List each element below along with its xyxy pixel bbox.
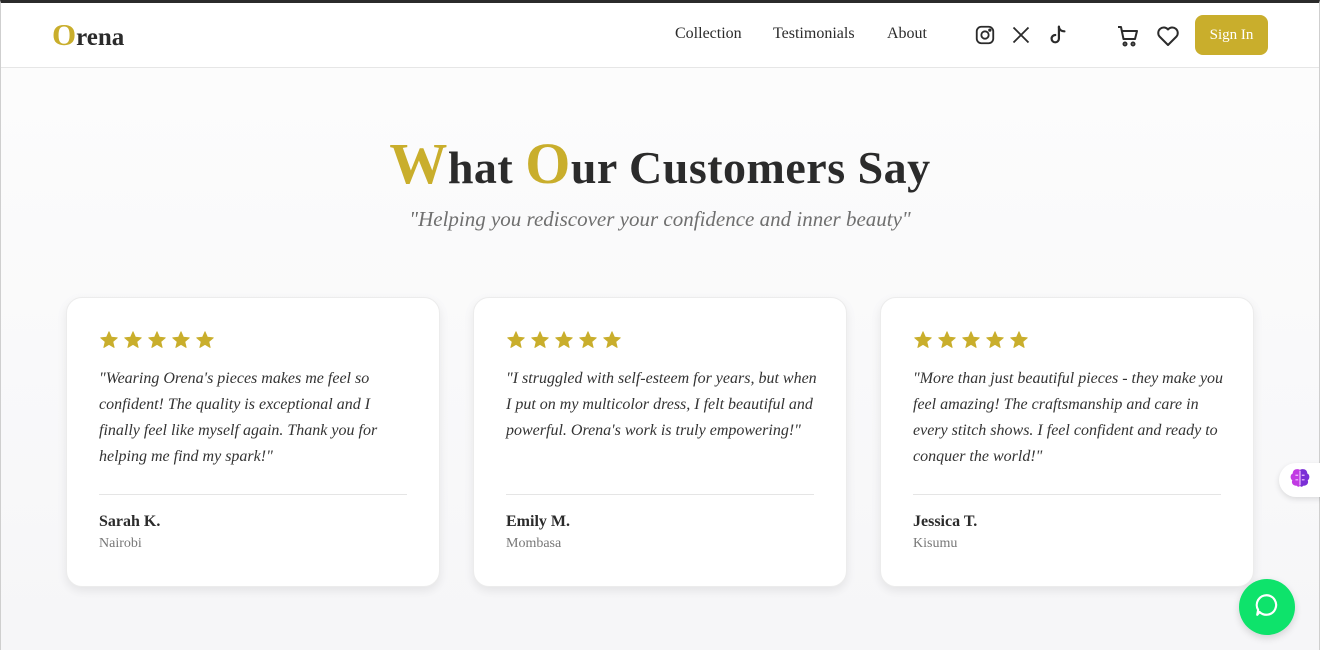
title-part-rest: ur Customers Say xyxy=(570,142,931,193)
tiktok-icon[interactable] xyxy=(1047,24,1069,46)
customer-name: Sarah K. xyxy=(99,513,161,530)
chat-button[interactable] xyxy=(1239,579,1295,635)
customer-location: Kisumu xyxy=(913,536,958,551)
testimonial-card: "More than just beautiful pieces - they … xyxy=(880,297,1254,587)
brain-icon xyxy=(1289,468,1311,493)
heart-icon[interactable] xyxy=(1156,25,1180,47)
title-initial-o: O xyxy=(525,131,571,196)
sign-in-button[interactable]: Sign In xyxy=(1195,15,1268,55)
title-initial-w: W xyxy=(389,131,448,196)
brand-logo[interactable]: Orena xyxy=(52,17,124,53)
logo-initial: O xyxy=(52,17,77,52)
star-icon xyxy=(172,331,190,348)
customer-name: Jessica T. xyxy=(913,513,978,530)
nav-testimonials[interactable]: Testimonials xyxy=(773,25,855,43)
testimonial-quote: "More than just beautiful pieces - they … xyxy=(913,370,1224,465)
testimonial-quote: "I struggled with self-esteem for years,… xyxy=(506,370,817,439)
star-icon xyxy=(986,331,1004,348)
star-icon xyxy=(555,331,573,348)
instagram-icon[interactable] xyxy=(974,24,996,46)
assistant-tab[interactable] xyxy=(1279,463,1320,497)
customer-name: Emily M. xyxy=(506,513,570,530)
title-part-hat: hat xyxy=(447,142,526,193)
card-divider xyxy=(99,494,407,495)
section-title: What Our Customers Say xyxy=(1,130,1319,197)
site-header: Orena Collection Testimonials About Sign… xyxy=(1,3,1319,68)
chat-icon xyxy=(1254,592,1280,623)
customer-location: Mombasa xyxy=(506,536,562,551)
customer-location: Nairobi xyxy=(99,536,142,551)
testimonial-card: "Wearing Orena's pieces makes me feel so… xyxy=(66,297,440,587)
star-icon xyxy=(531,331,549,348)
star-icon xyxy=(100,331,118,348)
section-subtitle: "Helping you rediscover your confidence … xyxy=(409,207,911,231)
testimonials-section: What Our Customers Say "Helping you redi… xyxy=(1,68,1320,650)
star-rating xyxy=(913,330,1029,350)
star-icon xyxy=(938,331,956,348)
star-icon xyxy=(196,331,214,348)
card-divider xyxy=(913,494,1221,495)
star-icon xyxy=(507,331,525,348)
star-icon xyxy=(1010,331,1028,348)
star-icon xyxy=(124,331,142,348)
x-icon[interactable] xyxy=(1011,25,1031,45)
logo-text: rena xyxy=(76,24,125,51)
testimonial-quote: "Wearing Orena's pieces makes me feel so… xyxy=(99,370,378,465)
star-icon xyxy=(962,331,980,348)
star-icon xyxy=(148,331,166,348)
star-rating xyxy=(99,330,215,350)
card-divider xyxy=(506,494,814,495)
star-icon xyxy=(603,331,621,348)
nav-about[interactable]: About xyxy=(887,25,927,43)
testimonial-card: "I struggled with self-esteem for years,… xyxy=(473,297,847,587)
star-rating xyxy=(506,330,622,350)
nav-collection[interactable]: Collection xyxy=(675,25,742,43)
star-icon xyxy=(579,331,597,348)
cart-icon[interactable] xyxy=(1116,24,1140,48)
star-icon xyxy=(914,331,932,348)
